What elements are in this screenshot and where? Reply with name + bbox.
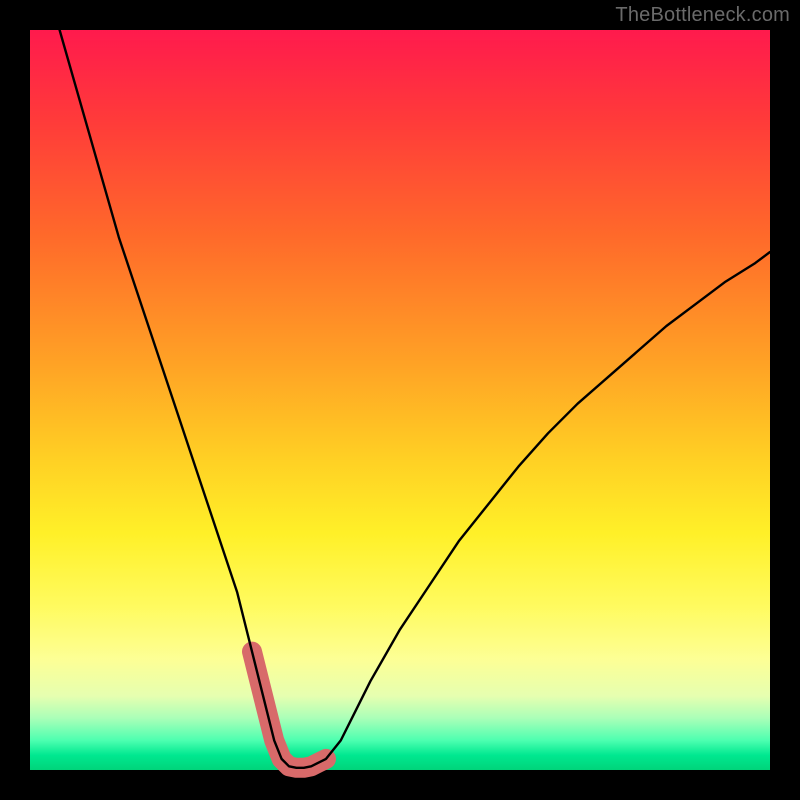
bottleneck-curve [60, 30, 770, 768]
curve-svg [30, 30, 770, 770]
chart-frame: TheBottleneck.com [0, 0, 800, 800]
watermark-text: TheBottleneck.com [615, 4, 790, 27]
plot-area [30, 30, 770, 770]
highlight-segment [252, 652, 326, 768]
